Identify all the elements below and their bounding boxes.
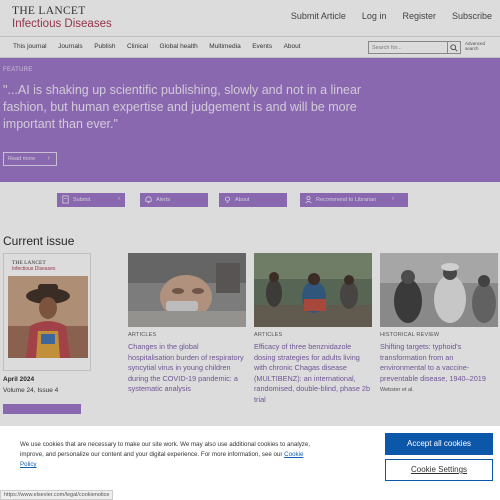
status-bar-url: https://www.elsevier.com/legal/cookienot…	[0, 490, 114, 500]
cookie-settings-button[interactable]: Cookie Settings	[385, 459, 493, 481]
cookie-text: We use cookies that are necessary to mak…	[20, 440, 320, 470]
cookie-settings-label: Cookie Settings	[410, 465, 468, 474]
cookie-banner: We use cookies that are necessary to mak…	[0, 425, 500, 500]
cookie-message: We use cookies that are necessary to mak…	[20, 441, 311, 458]
modal-backdrop	[0, 0, 500, 425]
accept-all-cookies-button[interactable]: Accept all cookies	[385, 433, 493, 455]
